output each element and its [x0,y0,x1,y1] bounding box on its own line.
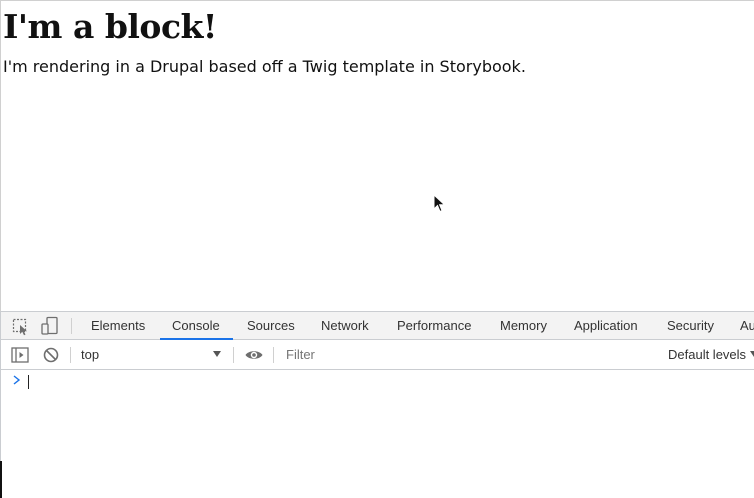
block-heading: I'm a block! [3,7,217,46]
toolbar-divider [71,318,72,334]
inspect-element-icon[interactable] [11,316,31,336]
tab-memory[interactable]: Memory [500,312,547,339]
console-toolbar: top Default levels [1,340,754,370]
console-sidebar-icon[interactable] [10,345,30,365]
block-body-text: I'm rendering in a Drupal based off a Tw… [3,57,526,76]
clear-console-icon[interactable] [41,345,61,365]
live-expression-eye-icon[interactable] [244,345,264,365]
tab-performance[interactable]: Performance [397,312,471,339]
tab-audits[interactable]: Au [740,312,754,339]
tab-sources[interactable]: Sources [247,312,295,339]
mouse-pointer-icon [433,194,446,213]
tab-network[interactable]: Network [321,312,369,339]
console-filter-input[interactable] [286,347,646,362]
devtools-panel: Elements Console Sources Network Perform… [0,311,754,498]
chevron-down-icon[interactable] [213,351,221,357]
toolbar-divider [233,347,234,363]
device-toolbar-icon[interactable] [40,316,60,336]
text-caret [28,375,29,389]
log-levels-dropdown[interactable]: Default levels [668,347,746,362]
tab-elements[interactable]: Elements [91,312,145,339]
tab-console[interactable]: Console [160,312,233,340]
tab-security[interactable]: Security [667,312,714,339]
console-prompt-chevron-icon [13,375,21,385]
tab-application[interactable]: Application [574,312,638,339]
devtools-tab-bar: Elements Console Sources Network Perform… [1,312,754,340]
toolbar-divider [273,347,274,363]
context-selector[interactable]: top [81,347,99,362]
window-edge [0,461,2,498]
toolbar-divider [70,347,71,363]
chevron-down-icon[interactable] [750,351,754,357]
page-content: I'm a block! I'm rendering in a Drupal b… [0,0,754,311]
console-output[interactable] [1,370,754,462]
